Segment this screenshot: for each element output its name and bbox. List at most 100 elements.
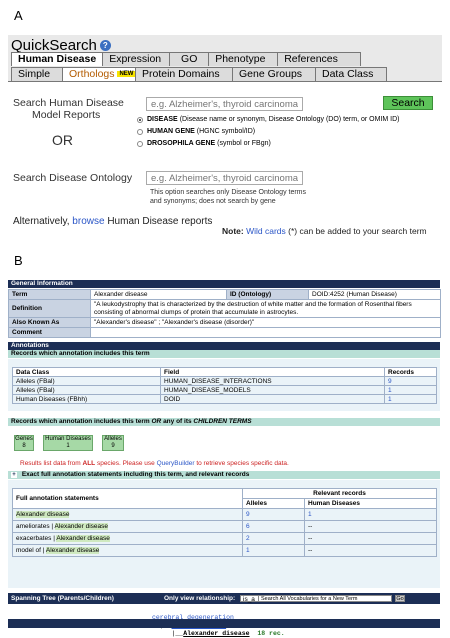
tab-go[interactable]: GO bbox=[169, 52, 210, 66]
radio-gene-rest: (HGNC symbol/ID) bbox=[196, 128, 256, 135]
term-row: Term Alexander disease ID (Ontology) DOI… bbox=[8, 289, 441, 300]
sub-tabs: Simple Orthologs NEW Protein Domains Gen… bbox=[11, 67, 387, 81]
annot-pre: exacerbates | bbox=[16, 535, 55, 542]
help-icon[interactable]: ? bbox=[99, 40, 111, 51]
ontology-search-label: Search Disease Ontology bbox=[13, 172, 133, 184]
radio-human-gene-text: HUMAN GENE (HGNC symbol/ID) bbox=[147, 128, 255, 135]
annotations-header: Annotations bbox=[8, 342, 440, 350]
id-label: ID (Ontology) bbox=[226, 289, 309, 300]
records-table: Data Class Field Records Alleles (FBal) … bbox=[12, 367, 437, 404]
annot-alleles-link[interactable]: 9 bbox=[242, 508, 305, 521]
radio-drosophila-gene[interactable]: DROSOPHILA GENE (symbol or FBgn) bbox=[137, 140, 271, 147]
plus-icon[interactable]: + bbox=[11, 472, 17, 478]
annot-statement: exacerbates | Alexander disease bbox=[12, 532, 243, 545]
id-value: DOID:4252 (Human Disease) bbox=[308, 289, 441, 300]
annot-alleles-link[interactable]: 1 bbox=[242, 544, 305, 557]
definition-value: "A leukodystrophy that is characterized … bbox=[90, 299, 441, 318]
spanning-tree-label: Spanning Tree (Parents/Children) bbox=[11, 595, 114, 602]
footer-bar bbox=[8, 619, 440, 628]
records-box: Data Class Field Records Alleles (FBal) … bbox=[8, 359, 440, 411]
records-count-link[interactable]: 1 bbox=[384, 394, 437, 404]
querybuilder-link[interactable]: QueryBuilder bbox=[157, 460, 195, 467]
relevant-records-label: Relevant records bbox=[242, 488, 437, 499]
ontology-search-input[interactable] bbox=[146, 171, 303, 185]
species-note: Results list data from ALL species. Plea… bbox=[20, 460, 289, 467]
species-note-post: to retrieve species specific data. bbox=[196, 460, 289, 467]
annot-term: Alexander disease bbox=[16, 511, 70, 518]
annot-term: Alexander disease bbox=[54, 523, 109, 530]
disease-search-input[interactable] bbox=[146, 97, 303, 111]
radio-disease-dot[interactable] bbox=[137, 116, 143, 123]
table-row: exacerbates | Alexander disease 2 -- bbox=[12, 532, 437, 545]
annot-term: Alexander disease bbox=[56, 535, 110, 542]
tab-references[interactable]: References bbox=[277, 52, 362, 66]
comment-row: Comment bbox=[8, 327, 441, 338]
table-row: ameliorates | Alexander disease 6 -- bbox=[12, 520, 437, 533]
chip-human-diseases[interactable]: Human Diseases 1 bbox=[43, 435, 93, 451]
quicksearch-panel: QuickSearch ? Human Disease Expression G… bbox=[8, 35, 442, 243]
annot-statement: model of | Alexander disease bbox=[12, 544, 243, 557]
tab-data-class[interactable]: Data Class bbox=[315, 67, 387, 81]
radio-human-gene[interactable]: HUMAN GENE (HGNC symbol/ID) bbox=[137, 128, 255, 135]
children-header-or: OR bbox=[151, 418, 162, 425]
alt-prefix: Alternatively, bbox=[13, 216, 70, 227]
tab-orthologs[interactable]: Orthologs NEW bbox=[62, 67, 136, 81]
tab-protein-domains[interactable]: Protein Domains bbox=[135, 67, 233, 81]
radio-human-gene-dot[interactable] bbox=[137, 128, 143, 135]
col-records: Records bbox=[384, 367, 437, 377]
records-count-link[interactable]: 9 bbox=[384, 376, 437, 386]
general-info-table: Term Alexander disease ID (Ontology) DOI… bbox=[8, 289, 441, 338]
chip-genes-count: 8 bbox=[22, 443, 26, 449]
tab-expression[interactable]: Expression bbox=[102, 52, 171, 66]
tab-gene-groups[interactable]: Gene Groups bbox=[232, 67, 316, 81]
wild-cards-link[interactable]: Wild cards bbox=[246, 226, 286, 236]
browse-link[interactable]: browse bbox=[72, 216, 104, 227]
tab-human-disease[interactable]: Human Disease bbox=[11, 52, 104, 66]
alternatively-line: Alternatively, browse Human Disease repo… bbox=[13, 216, 212, 227]
search-reports-label-2: Model Reports bbox=[32, 109, 101, 121]
records-count-link[interactable]: 1 bbox=[384, 385, 437, 395]
radio-drosophila-gene-dot[interactable] bbox=[137, 140, 143, 147]
search-reports-label-1: Search Human Disease bbox=[13, 97, 124, 109]
aka-value: "Alexander's disease" ; "Alexander's dis… bbox=[90, 317, 441, 328]
col-human-diseases: Human Diseases bbox=[304, 498, 437, 509]
annot-header-row-1: Full annotation statements Relevant reco… bbox=[12, 488, 437, 509]
note-rest: (*) can be added to your search term bbox=[288, 226, 427, 236]
annot-alleles-link[interactable]: 2 bbox=[242, 532, 305, 545]
annot-pre: ameliorates | bbox=[16, 523, 54, 530]
term-value: Alexander disease bbox=[90, 289, 227, 300]
definition-label: Definition bbox=[8, 299, 91, 318]
table-row: Human Diseases (FBhh) DOID 1 bbox=[12, 394, 437, 404]
children-header-pre: Records which annotation includes this t… bbox=[11, 418, 150, 425]
radio-disease[interactable]: DISEASE (Disease name or synonym, Diseas… bbox=[137, 116, 399, 123]
relationship-value: is_a bbox=[243, 596, 255, 603]
exact-header-text: Exact full annotation statements includi… bbox=[21, 471, 250, 478]
radio-gene-strong: HUMAN GENE bbox=[147, 128, 195, 135]
annot-alleles-link[interactable]: 6 bbox=[242, 520, 305, 533]
table-row: Alleles (FBal) HUMAN_DISEASE_MODELS 1 bbox=[12, 385, 437, 395]
aka-label: Also Known As bbox=[8, 317, 91, 328]
records-class: Alleles (FBal) bbox=[12, 376, 161, 386]
annot-human-link[interactable]: 1 bbox=[304, 508, 437, 521]
tab-simple[interactable]: Simple bbox=[11, 67, 63, 81]
annot-human-value: -- bbox=[304, 532, 437, 545]
chip-genes-label: Genes bbox=[15, 436, 33, 442]
vocab-search-input[interactable]: Search All Vocabularies for a New Term bbox=[258, 595, 392, 602]
table-row: Alleles (FBal) HUMAN_DISEASE_INTERACTION… bbox=[12, 376, 437, 386]
chip-genes[interactable]: Genes 8 bbox=[14, 435, 34, 451]
go-button[interactable]: Go bbox=[395, 595, 405, 602]
col-data-class: Data Class bbox=[12, 367, 161, 377]
comment-value bbox=[90, 327, 441, 338]
records-header: Records which annotation includes this t… bbox=[8, 350, 440, 358]
species-note-all: ALL bbox=[82, 460, 96, 467]
species-note-mid: species. Please use bbox=[96, 460, 155, 467]
general-info-header: General Information bbox=[8, 280, 440, 288]
annot-statement: Alexander disease bbox=[12, 508, 243, 521]
tab-orthologs-label: Orthologs bbox=[69, 68, 115, 80]
chip-alleles-count: 9 bbox=[111, 443, 115, 449]
alt-suffix: Human Disease reports bbox=[107, 216, 213, 227]
search-button[interactable]: Search bbox=[383, 96, 433, 110]
wildcard-note: Note: Wild cards (*) can be added to you… bbox=[222, 226, 427, 236]
tab-phenotype[interactable]: Phenotype bbox=[208, 52, 279, 66]
chip-alleles[interactable]: Alleles 9 bbox=[102, 435, 124, 451]
